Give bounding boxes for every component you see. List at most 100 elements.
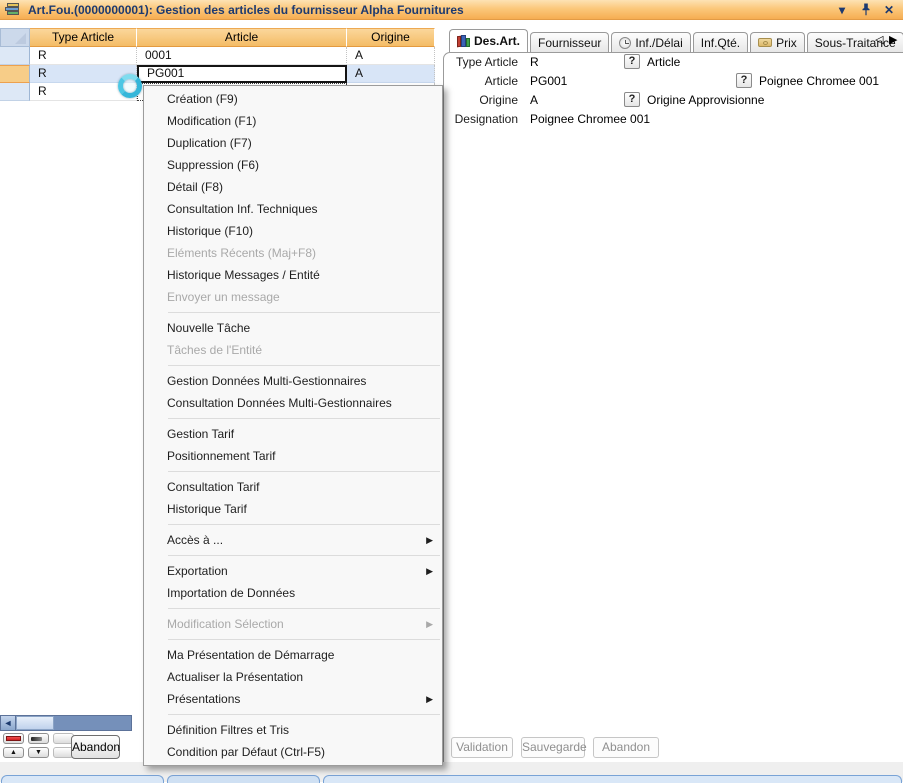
cell-origine[interactable]: A [347, 65, 435, 83]
row-selector[interactable] [0, 47, 30, 65]
table-header-row: Type ArticleArticleOrigine [0, 28, 435, 47]
detail-panel [443, 52, 903, 762]
menu-item-consultation-donn-es-multi-gestionnaires[interactable]: Consultation Données Multi-Gestionnaires [144, 392, 442, 414]
menu-item-envoyer-un-message: Envoyer un message [144, 286, 442, 308]
form-description: Article [647, 55, 680, 69]
help-button[interactable]: ? [624, 92, 640, 107]
menu-separator [168, 365, 440, 366]
record-current-button[interactable] [28, 733, 49, 744]
cell-origine[interactable]: A [347, 47, 435, 65]
menu-item-duplication-f7[interactable]: Duplication (F7) [144, 132, 442, 154]
cell-article[interactable]: 0001 [137, 47, 347, 65]
column-header-origine[interactable]: Origine [347, 28, 435, 47]
menu-item-modification-f1[interactable]: Modification (F1) [144, 110, 442, 132]
tab-label: Inf./Délai [635, 36, 682, 50]
close-icon[interactable]: ✕ [884, 2, 894, 18]
tab-inf-d-lai[interactable]: Inf./Délai [611, 32, 690, 52]
pin-icon[interactable] [861, 3, 871, 20]
menu-item-consultation-inf-techniques[interactable]: Consultation Inf. Techniques [144, 198, 442, 220]
menu-item-cr-ation-f9[interactable]: Création (F9) [144, 88, 442, 110]
menu-separator [168, 418, 440, 419]
sauvegarde-button[interactable]: Sauvegarde [521, 737, 585, 758]
form-value[interactable]: R [530, 55, 539, 69]
table-horizontal-scrollbar[interactable]: ◄ [0, 715, 132, 731]
menu-item-historique-f10[interactable]: Historique (F10) [144, 220, 442, 242]
help-button[interactable]: ? [624, 54, 640, 69]
menu-item-exportation[interactable]: Exportation▶ [144, 560, 442, 582]
select-all-corner[interactable] [0, 28, 30, 47]
form-description: Origine Approvisionne [647, 93, 764, 107]
books-icon [457, 35, 470, 47]
form-value[interactable]: A [530, 93, 538, 107]
form-value[interactable]: Poignee Chromee 001 [530, 112, 650, 126]
submenu-arrow-icon: ▶ [426, 688, 433, 710]
table-row[interactable]: R0001A [0, 47, 435, 65]
tab-inf-qt-[interactable]: Inf.Qté. [693, 32, 748, 52]
tab-fournisseur[interactable]: Fournisseur [530, 32, 609, 52]
help-button[interactable]: ? [736, 73, 752, 88]
menu-item-condition-par-d-faut-ctrl-f5[interactable]: Condition par Défaut (Ctrl-F5) [144, 741, 442, 763]
menu-item-ma-pr-sentation-de-d-marrage[interactable]: Ma Présentation de Démarrage [144, 644, 442, 666]
form-description: Poignee Chromee 001 [759, 74, 879, 88]
clock-icon [619, 37, 631, 49]
menu-item-suppression-f6[interactable]: Suppression (F6) [144, 154, 442, 176]
row-selector[interactable] [0, 65, 30, 83]
submenu-arrow-icon: ▶ [426, 560, 433, 582]
record-down-button[interactable]: ▼ [28, 747, 49, 758]
menu-item-historique-messages-entit[interactable]: Historique Messages / Entité [144, 264, 442, 286]
table-row[interactable]: RPG001A [0, 65, 435, 83]
abandon-button[interactable]: Abandon [593, 737, 659, 758]
abandon-button-left[interactable]: Abandon [71, 735, 120, 759]
submenu-arrow-icon: ▶ [426, 529, 433, 551]
menu-item-positionnement-tarif[interactable]: Positionnement Tarif [144, 445, 442, 467]
scrollbar-thumb[interactable] [16, 716, 54, 730]
menu-separator [168, 714, 440, 715]
record-up-button[interactable]: ▲ [3, 747, 24, 758]
menu-item-gestion-tarif[interactable]: Gestion Tarif [144, 423, 442, 445]
menu-separator [168, 555, 440, 556]
tab-strip: Des.Art. Fournisseur Inf./Délai Inf.Qté. Pri… [449, 29, 903, 52]
menu-separator [168, 471, 440, 472]
menu-item-acc-s[interactable]: Accès à ...▶ [144, 529, 442, 551]
window-title: Art.Fou.(0000000001): Gestion des articl… [28, 3, 464, 17]
cell-type-article[interactable]: R [30, 47, 137, 65]
column-header-article[interactable]: Article [137, 28, 347, 47]
window-menu-dropdown-icon[interactable]: ▾ [839, 2, 845, 18]
bottom-strip [0, 762, 903, 782]
money-icon [758, 38, 772, 47]
tab-scroll-next-icon[interactable]: ▶ [889, 33, 897, 46]
menu-item-pr-sentations[interactable]: Présentations▶ [144, 688, 442, 710]
menu-item-t-ches-de-l-entit: Tâches de l'Entité [144, 339, 442, 361]
menu-item-actualiser-la-pr-sentation[interactable]: Actualiser la Présentation [144, 666, 442, 688]
row-selector[interactable] [0, 83, 30, 101]
menu-item-importation-de-donn-es[interactable]: Importation de Données [144, 582, 442, 604]
tab-label: Prix [776, 36, 797, 50]
menu-item-modification-s-lection: Modification Sélection▶ [144, 613, 442, 635]
form-value[interactable]: PG001 [530, 74, 567, 88]
column-header-type-article[interactable]: Type Article [30, 28, 137, 47]
menu-separator [168, 639, 440, 640]
tab-scroll-prev-icon[interactable]: ◁ [875, 33, 883, 46]
menu-item-gestion-donn-es-multi-gestionnaires[interactable]: Gestion Données Multi-Gestionnaires [144, 370, 442, 392]
menu-separator [168, 608, 440, 609]
form-label-type-article: Type Article [446, 55, 518, 69]
menu-item-d-finition-filtres-et-tris[interactable]: Définition Filtres et Tris [144, 719, 442, 741]
menu-item-historique-tarif[interactable]: Historique Tarif [144, 498, 442, 520]
menu-separator [168, 524, 440, 525]
menu-item-consultation-tarif[interactable]: Consultation Tarif [144, 476, 442, 498]
title-bar: Art.Fou.(0000000001): Gestion des articl… [0, 0, 903, 20]
form-label-article: Article [446, 74, 518, 88]
form-label-origine: Origine [446, 93, 518, 107]
cell-article[interactable]: PG001 [137, 65, 347, 83]
validation-button[interactable]: Validation [451, 737, 513, 758]
menu-item-nouvelle-t-che[interactable]: Nouvelle Tâche [144, 317, 442, 339]
corner-triangle-icon [15, 33, 26, 44]
menu-item-d-tail-f8[interactable]: Détail (F8) [144, 176, 442, 198]
scroll-left-arrow-icon[interactable]: ◄ [1, 716, 16, 730]
menu-item-el-ments-r-cents-maj-f8: Eléments Récents (Maj+F8) [144, 242, 442, 264]
tab-label: Des.Art. [474, 34, 520, 48]
tab-des-art-[interactable]: Des.Art. [449, 29, 528, 52]
tab-prix[interactable]: Prix [750, 32, 805, 52]
submenu-arrow-icon: ▶ [426, 613, 433, 635]
record-first-button[interactable] [3, 733, 24, 744]
